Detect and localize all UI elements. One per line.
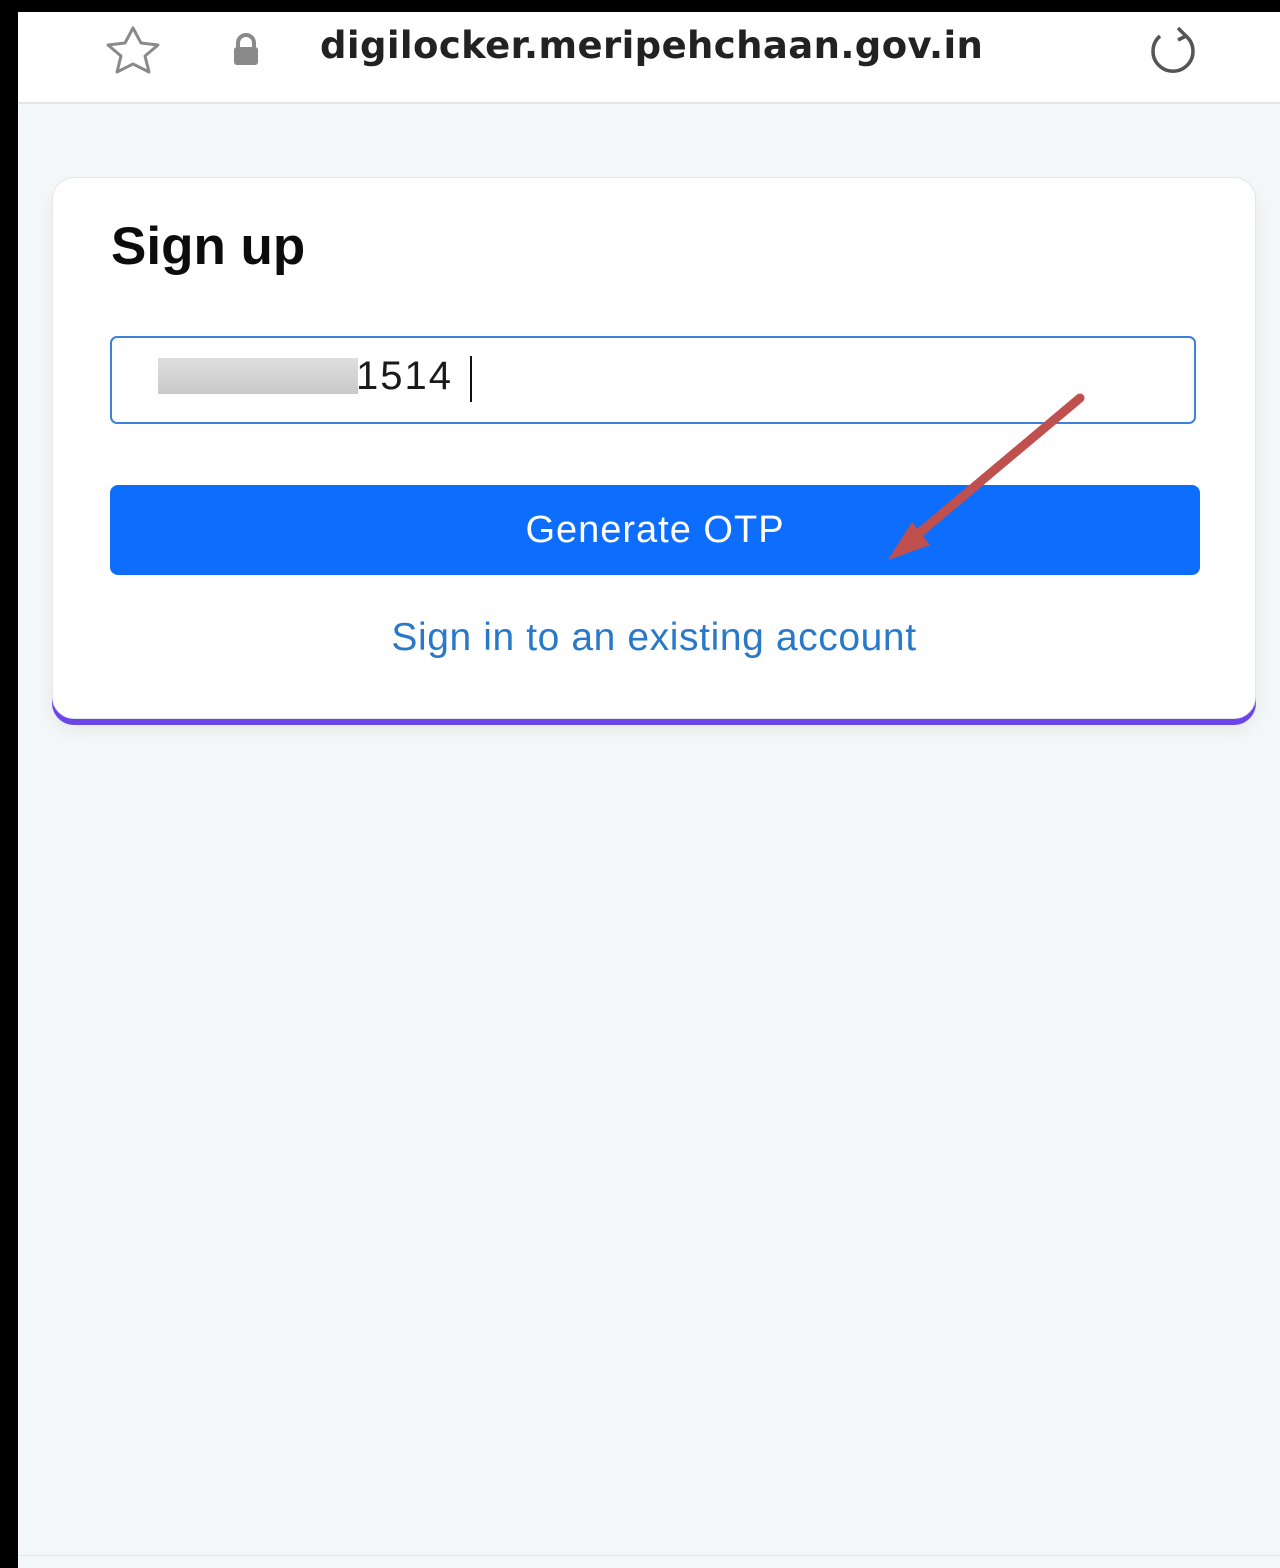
bookmark-star-icon[interactable] <box>98 24 168 74</box>
signin-existing-account-link[interactable]: Sign in to an existing account <box>53 616 1255 660</box>
text-caret <box>470 356 472 402</box>
generate-otp-button[interactable]: Generate OTP <box>110 485 1200 575</box>
divider <box>18 1555 1280 1556</box>
signup-card: Sign up 1514 Generate OTP Sign in to an … <box>52 177 1256 719</box>
redaction-blur <box>158 358 358 394</box>
mobile-number-input[interactable]: 1514 <box>110 336 1196 424</box>
browser-screen: digilocker.meripehchaan.gov.in Sign up 1… <box>18 12 1280 1568</box>
url-text[interactable]: digilocker.meripehchaan.gov.in <box>320 24 983 67</box>
lock-icon[interactable] <box>228 32 264 68</box>
address-bar: digilocker.meripehchaan.gov.in <box>18 12 1280 104</box>
page-title: Sign up <box>111 217 306 276</box>
reload-icon[interactable] <box>1138 24 1208 74</box>
